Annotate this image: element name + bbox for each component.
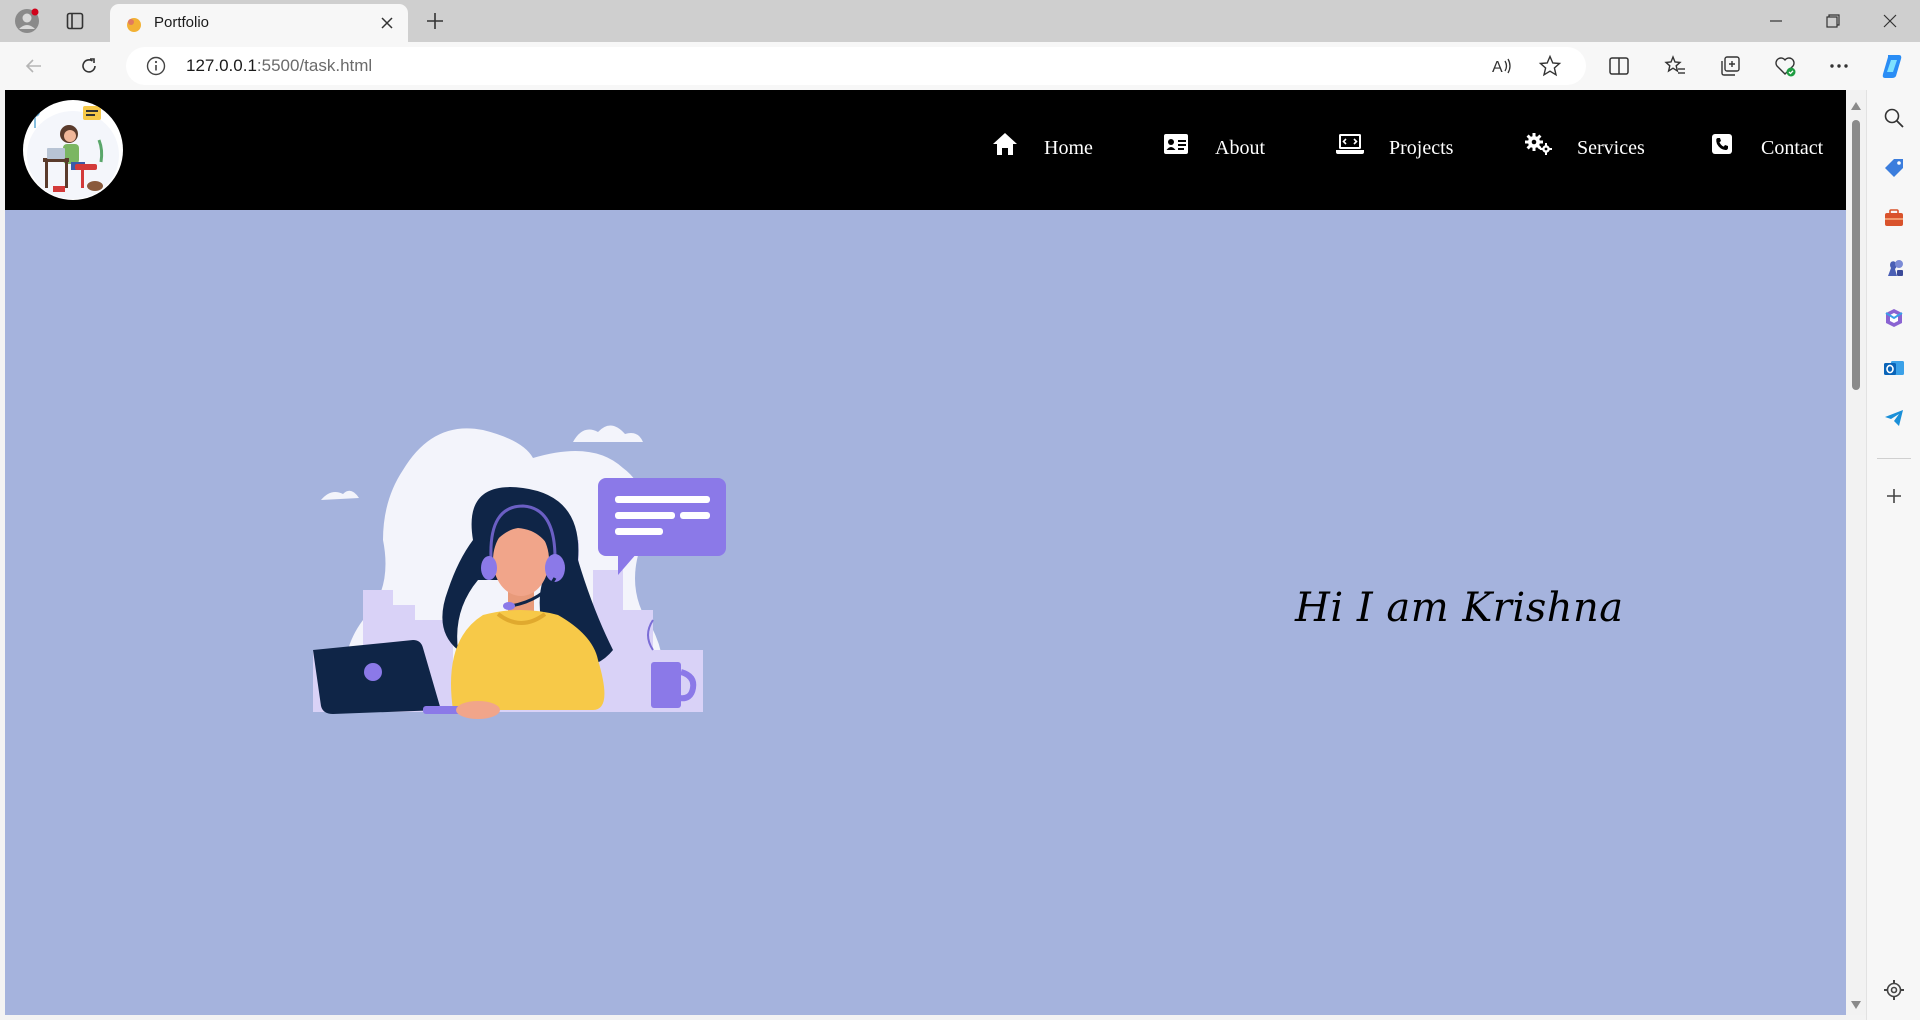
url-text: 127.0.0.1:5500/task.html (186, 56, 372, 76)
nav-contact[interactable]: Contact (1707, 128, 1823, 168)
nav-home-label: Home (1044, 136, 1093, 159)
scroll-up-icon[interactable] (1850, 96, 1862, 110)
url-path: :5500/task.html (256, 56, 373, 75)
shopping-tag-icon[interactable] (1880, 154, 1908, 182)
games-icon[interactable] (1880, 254, 1908, 282)
browser-tab-strip: Portfolio (0, 0, 1920, 42)
phone-icon (1707, 130, 1737, 158)
nav-home[interactable]: Home (990, 128, 1093, 168)
new-tab-icon[interactable] (420, 6, 450, 36)
site-info-icon[interactable] (146, 56, 166, 80)
address-bar[interactable]: 127.0.0.1:5500/task.html A (126, 47, 1586, 85)
scroll-down-icon[interactable] (1850, 995, 1862, 1009)
browser-toolbar: 127.0.0.1:5500/task.html A (0, 42, 1920, 90)
close-window-icon[interactable] (1862, 0, 1918, 42)
page-scrollbar[interactable] (1846, 90, 1866, 1015)
svg-text:A: A (1492, 59, 1503, 76)
browser-essentials-icon[interactable] (1768, 49, 1802, 83)
search-icon[interactable] (1880, 104, 1908, 132)
minimize-icon[interactable] (1748, 0, 1804, 42)
sidebar-divider (1877, 458, 1911, 459)
nav-about-label: About (1215, 136, 1265, 159)
home-icon (990, 130, 1020, 158)
cogs-icon (1523, 130, 1553, 158)
refresh-icon[interactable] (72, 49, 106, 83)
copilot-icon[interactable] (1876, 49, 1910, 83)
nav-projects[interactable]: Projects (1335, 128, 1453, 168)
hero-heading: Hi I am Krishna (1295, 585, 1624, 631)
nav-services[interactable]: Services (1523, 128, 1645, 168)
restore-icon[interactable] (1805, 0, 1861, 42)
outlook-icon[interactable] (1880, 354, 1908, 382)
edge-sidebar (1866, 90, 1920, 1020)
nav-projects-label: Projects (1389, 136, 1454, 159)
url-host: 127.0.0.1 (186, 56, 257, 75)
favorite-star-icon[interactable] (1538, 54, 1562, 82)
scroll-thumb[interactable] (1852, 120, 1860, 390)
favicon-icon (124, 14, 144, 34)
nav-services-label: Services (1577, 136, 1645, 159)
collections-icon[interactable] (1713, 49, 1747, 83)
settings-gear-icon[interactable] (1880, 976, 1908, 1004)
close-tab-icon[interactable] (376, 12, 398, 34)
send-telegram-icon[interactable] (1880, 404, 1908, 432)
read-aloud-icon[interactable]: A (1490, 54, 1514, 82)
nav-contact-label: Contact (1761, 136, 1824, 159)
split-screen-icon[interactable] (1602, 49, 1636, 83)
laptop-code-icon (1335, 130, 1365, 158)
nav-about[interactable]: About (1161, 128, 1265, 168)
page-viewport: Home About Projects Services Contact Hi … (5, 90, 1846, 1015)
profile-icon[interactable] (12, 6, 42, 36)
tab-title: Portfolio (154, 14, 210, 31)
site-navbar: Home About Projects Services Contact (5, 90, 1846, 210)
back-icon[interactable] (17, 49, 51, 83)
tab-actions-icon[interactable] (60, 6, 90, 36)
hero-illustration (293, 410, 753, 790)
site-logo[interactable] (23, 100, 123, 200)
id-card-icon (1161, 130, 1191, 158)
favorites-icon[interactable] (1658, 49, 1692, 83)
tab-portfolio[interactable]: Portfolio (110, 4, 408, 42)
add-icon[interactable] (1880, 482, 1908, 510)
tools-briefcase-icon[interactable] (1880, 204, 1908, 232)
microsoft-365-icon[interactable] (1880, 304, 1908, 332)
more-options-icon[interactable] (1822, 49, 1856, 83)
